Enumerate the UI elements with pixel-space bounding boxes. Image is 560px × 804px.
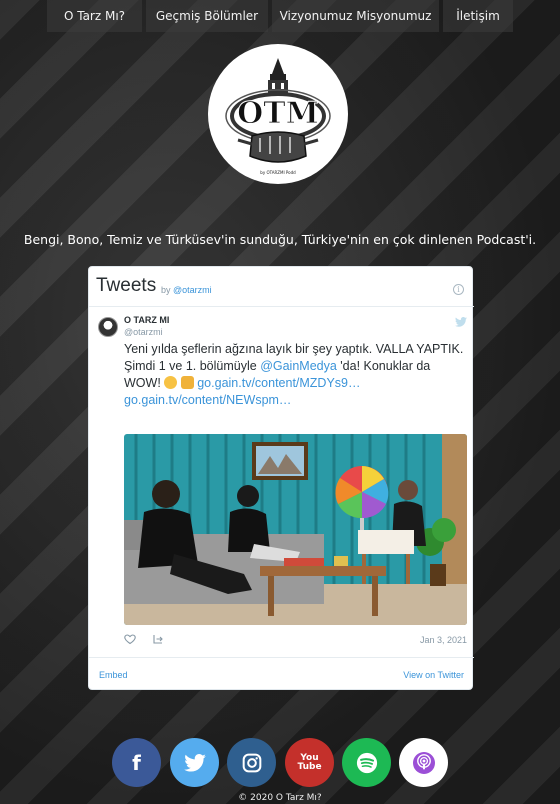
tweet-actions: Jan 3, 2021 <box>124 633 467 649</box>
spotify-icon <box>356 752 377 773</box>
cook-emoji-icon <box>180 376 194 389</box>
relieved-face-emoji-icon <box>164 376 178 389</box>
twitter-timeline-widget: Tweets by @otarzmi i O TARZ MI @otarzmi … <box>88 266 474 691</box>
youtube-icon-line2: Tube <box>297 761 322 772</box>
byline-prefix: by <box>161 285 171 295</box>
logo-letters: OTM <box>237 96 319 131</box>
apple-podcasts-button[interactable] <box>399 738 448 787</box>
tweet-date-link[interactable]: Jan 3, 2021 <box>420 635 467 645</box>
podcasts-icon <box>412 751 435 774</box>
tweet-author-handle[interactable]: @otarzmi <box>124 327 163 337</box>
top-navigation: O Tarz Mı? Geçmiş Bölümler Vizyonumuz Mi… <box>0 0 560 32</box>
timeline-header: Tweets by @otarzmi i <box>89 267 474 307</box>
timeline-title: Tweets <box>96 275 157 296</box>
tweet-mention-link[interactable]: @GainMedya <box>260 359 337 373</box>
logo-emblem-graphic: OTM <box>225 58 331 163</box>
info-icon[interactable]: i <box>453 284 464 295</box>
logo-byline: by OTARZMI Podd <box>260 170 296 175</box>
facebook-button[interactable]: f <box>112 738 161 787</box>
nav-item-o-tarz-mi[interactable]: O Tarz Mı? <box>47 0 142 32</box>
embed-link[interactable]: Embed <box>99 670 128 680</box>
tweet-text: Yeni yılda şeflerin ağzına layık bir şey… <box>124 341 469 409</box>
share-icon[interactable] <box>152 633 164 645</box>
heart-icon[interactable] <box>124 633 136 645</box>
tweet-author-name[interactable]: O TARZ MI <box>124 315 169 325</box>
tweet-link-2[interactable]: go.gain.tv/content/NEWspm… <box>124 393 291 407</box>
facebook-icon: f <box>132 750 141 775</box>
view-on-twitter-link[interactable]: View on Twitter <box>403 670 464 680</box>
youtube-button[interactable]: You Tube <box>285 738 334 787</box>
twitter-button[interactable] <box>170 738 219 787</box>
nav-item-past-episodes[interactable]: Geçmiş Bölümler <box>146 0 268 32</box>
timeline-footer: Embed View on Twitter <box>89 657 474 691</box>
timeline-byline: by @otarzmi <box>161 285 212 295</box>
twitter-icon <box>183 753 206 772</box>
site-tagline: Bengi, Bono, Temiz ve Türküsev'in sunduğ… <box>23 232 537 247</box>
byline-handle-link[interactable]: @otarzmi <box>173 285 212 295</box>
instagram-icon <box>242 753 261 772</box>
studio-photo-illustration <box>124 434 467 625</box>
instagram-button[interactable] <box>227 738 276 787</box>
twitter-bird-icon[interactable] <box>455 317 467 327</box>
avatar[interactable] <box>98 317 118 337</box>
copyright-notice: © 2020 O Tarz Mı? <box>238 793 322 803</box>
spotify-button[interactable] <box>342 738 391 787</box>
nav-item-contact[interactable]: İletişim <box>443 0 513 32</box>
site-logo[interactable]: OTM by OTARZMI Podd <box>208 44 348 184</box>
nav-item-vision-mission[interactable]: Vizyonumuz Misyonumuz <box>272 0 439 32</box>
tweet-media-photo[interactable] <box>124 434 467 625</box>
tweet-link-1[interactable]: go.gain.tv/content/MZDYs9… <box>197 376 360 390</box>
social-links: f You Tube <box>0 738 560 788</box>
youtube-icon: You Tube <box>297 753 322 772</box>
